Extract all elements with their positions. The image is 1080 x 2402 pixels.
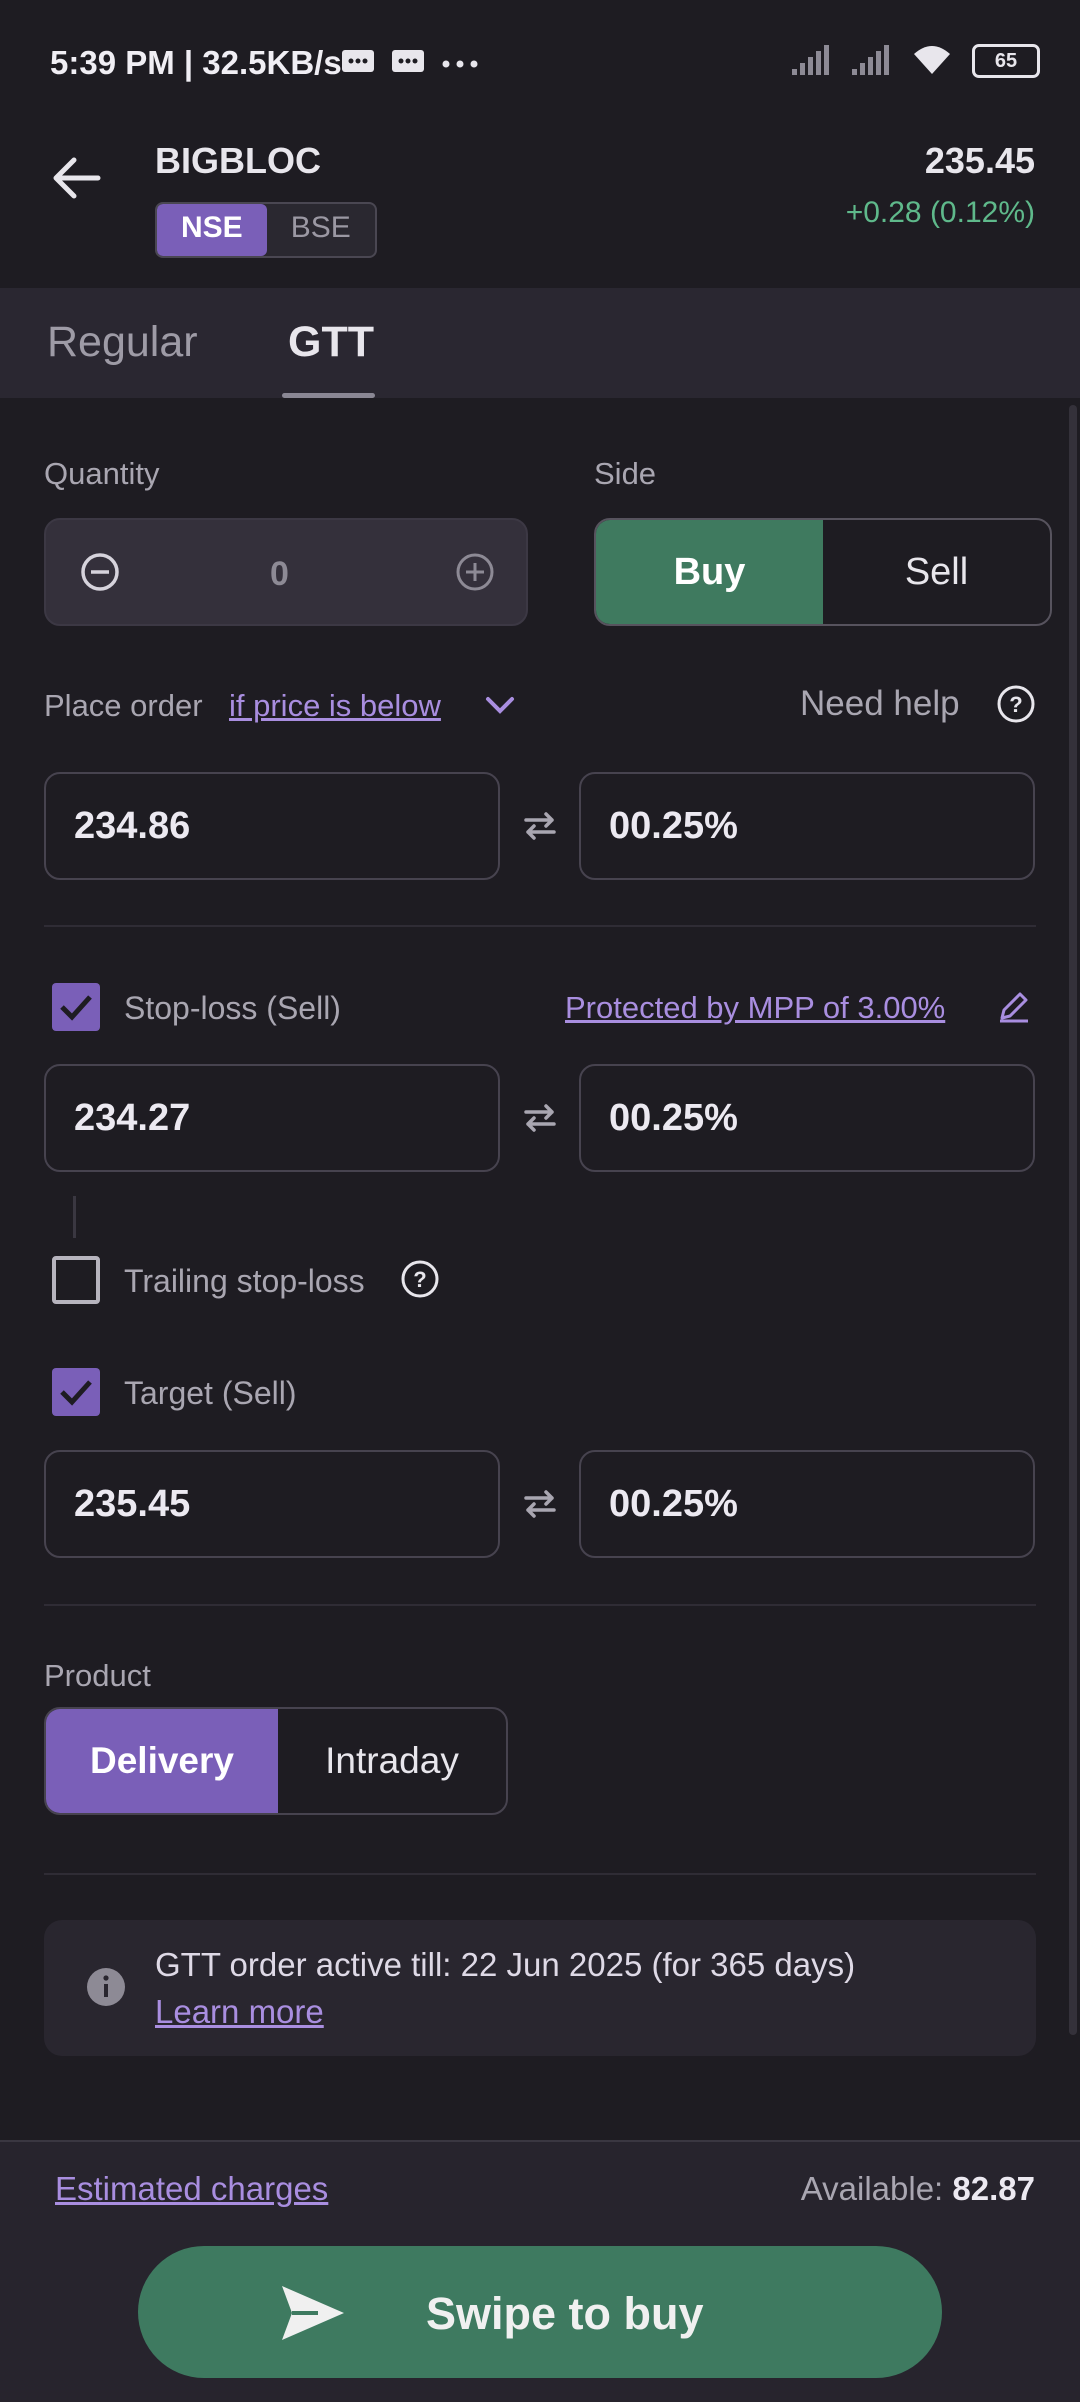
trailing-stoploss-label: Trailing stop-loss bbox=[124, 1263, 365, 1299]
target-checkbox[interactable] bbox=[52, 1368, 100, 1416]
trigger-price-input[interactable]: 234.86 bbox=[44, 772, 500, 880]
swap-icon[interactable] bbox=[520, 1484, 560, 1524]
check-icon bbox=[60, 1380, 92, 1406]
swap-icon[interactable] bbox=[520, 806, 560, 846]
trigger-percent-input[interactable]: 00.25% bbox=[579, 772, 1035, 880]
edit-pencil-icon[interactable] bbox=[996, 988, 1032, 1024]
gtt-validity-text: GTT order active till: 22 Jun 2025 (for … bbox=[155, 1946, 856, 1983]
stoploss-label: Stop-loss (Sell) bbox=[124, 990, 341, 1026]
minus-circle-icon[interactable] bbox=[80, 552, 120, 592]
send-icon[interactable] bbox=[278, 2282, 348, 2344]
scrollbar[interactable] bbox=[1069, 405, 1077, 2035]
battery-level: 65 bbox=[994, 49, 1018, 72]
status-time: 5:39 PM | 32.5KB/s bbox=[50, 44, 342, 81]
check-icon bbox=[60, 995, 92, 1021]
svg-text:?: ? bbox=[1009, 692, 1022, 717]
more-icon bbox=[442, 60, 478, 68]
trailing-stoploss-checkbox[interactable] bbox=[52, 1256, 100, 1304]
target-percent-input[interactable]: 00.25% bbox=[579, 1450, 1035, 1558]
svg-text:?: ? bbox=[413, 1267, 426, 1292]
quantity-label: Quantity bbox=[44, 456, 160, 491]
swipe-to-buy-label: Swipe to buy bbox=[426, 2288, 704, 2339]
battery-icon: 65 bbox=[972, 44, 1040, 78]
tab-gtt[interactable]: GTT bbox=[288, 318, 374, 367]
swap-icon[interactable] bbox=[520, 1098, 560, 1138]
divider bbox=[44, 925, 1036, 927]
status-notifications bbox=[340, 48, 480, 78]
active-tab-indicator bbox=[282, 393, 375, 398]
connector-line bbox=[73, 1196, 76, 1238]
product-toggle[interactable]: Delivery Intraday bbox=[44, 1707, 508, 1815]
wifi-icon bbox=[914, 46, 950, 74]
side-toggle[interactable]: Buy Sell bbox=[594, 518, 1052, 626]
sell-button[interactable]: Sell bbox=[823, 520, 1050, 624]
signal-icon bbox=[792, 45, 829, 75]
product-label: Product bbox=[44, 1658, 151, 1693]
trigger-condition-dropdown[interactable]: if price is below bbox=[229, 688, 441, 724]
delivery-button[interactable]: Delivery bbox=[46, 1709, 278, 1813]
status-icons: 65 bbox=[790, 44, 1040, 78]
place-order-label: Place order bbox=[44, 688, 203, 723]
available-balance: Available: 82.87 bbox=[801, 2170, 1035, 2208]
target-label: Target (Sell) bbox=[124, 1375, 297, 1411]
stoploss-percent-input[interactable]: 00.25% bbox=[579, 1064, 1035, 1172]
message-icon bbox=[392, 50, 424, 72]
divider bbox=[44, 1873, 1036, 1875]
estimated-charges-link[interactable]: Estimated charges bbox=[55, 2170, 328, 2208]
side-label: Side bbox=[594, 456, 657, 491]
info-icon bbox=[87, 1968, 125, 2006]
stoploss-price-input[interactable]: 234.27 bbox=[44, 1064, 500, 1172]
mpp-link[interactable]: Protected by MPP of 3.00% bbox=[565, 990, 945, 1026]
exchange-bse[interactable]: BSE bbox=[267, 204, 375, 256]
available-label: Available: bbox=[800, 2170, 944, 2207]
help-icon[interactable]: ? bbox=[996, 684, 1036, 724]
price-change: +0.28 (0.12%) bbox=[845, 196, 1035, 229]
intraday-button[interactable]: Intraday bbox=[278, 1709, 506, 1813]
last-price: 235.45 bbox=[924, 140, 1035, 181]
stock-symbol: BIGBLOC bbox=[155, 140, 321, 181]
exchange-nse[interactable]: NSE bbox=[157, 204, 267, 256]
tab-regular[interactable]: Regular bbox=[47, 318, 198, 367]
quantity-input[interactable]: 0 bbox=[270, 555, 289, 594]
chevron-down-icon[interactable] bbox=[484, 694, 516, 718]
available-value: 82.87 bbox=[952, 2170, 1035, 2207]
plus-circle-icon[interactable] bbox=[455, 552, 495, 592]
message-icon bbox=[342, 50, 374, 72]
stoploss-checkbox[interactable] bbox=[52, 983, 100, 1031]
exchange-toggle[interactable]: NSE BSE bbox=[155, 202, 377, 258]
divider bbox=[44, 1604, 1036, 1606]
help-icon[interactable]: ? bbox=[400, 1259, 440, 1299]
need-help-link[interactable]: Need help bbox=[800, 684, 960, 724]
buy-button[interactable]: Buy bbox=[596, 520, 823, 624]
signal-icon bbox=[852, 45, 889, 75]
learn-more-link[interactable]: Learn more bbox=[155, 1993, 324, 2031]
gtt-info-card bbox=[44, 1920, 1036, 2056]
target-price-input[interactable]: 235.45 bbox=[44, 1450, 500, 1558]
back-arrow-icon[interactable] bbox=[48, 150, 104, 206]
